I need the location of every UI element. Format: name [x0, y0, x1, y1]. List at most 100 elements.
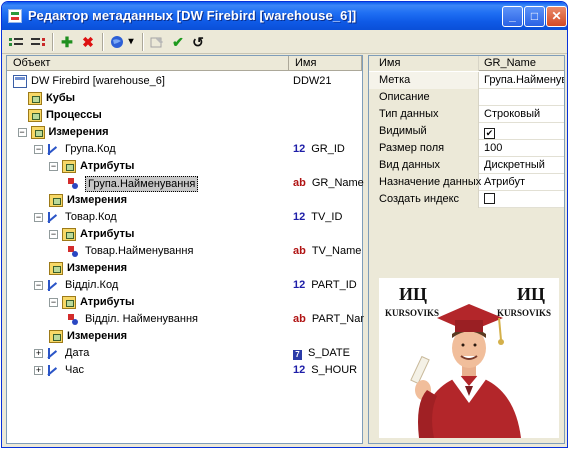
add-object-icon[interactable]: [8, 34, 24, 50]
dim-icon: [47, 279, 61, 292]
property-row[interactable]: Размер поля 100: [369, 140, 564, 157]
collapse-icon[interactable]: −: [49, 230, 58, 239]
tree-item-label[interactable]: Атрибуты: [80, 158, 134, 175]
collapse-icon[interactable]: −: [49, 298, 58, 307]
property-checkbox[interactable]: ✔: [484, 128, 495, 139]
column-header-name[interactable]: Имя: [289, 56, 362, 71]
apply-icon[interactable]: ✔: [170, 34, 186, 50]
property-name: Создать индекс: [369, 191, 479, 208]
expand-icon[interactable]: +: [34, 366, 43, 375]
tree-row[interactable]: − Атрибуты: [7, 226, 362, 243]
tree-row[interactable]: + Дата 7 S_DATE: [7, 345, 362, 362]
globe-icon[interactable]: [109, 34, 125, 50]
tree-item-name: ab PART_Nam: [293, 311, 370, 328]
collapse-icon[interactable]: −: [34, 213, 43, 222]
property-value[interactable]: [481, 191, 564, 208]
tree-row[interactable]: − Атрибуты: [7, 294, 362, 311]
minimize-button[interactable]: _: [502, 6, 523, 27]
tree-row[interactable]: Измерения: [7, 260, 362, 277]
collapse-icon[interactable]: −: [49, 162, 58, 171]
property-value[interactable]: Строковый: [481, 106, 564, 123]
tree-row[interactable]: Товар.Найменування ab TV_Name: [7, 243, 362, 260]
folder-icon: [49, 330, 63, 343]
collapse-icon[interactable]: −: [17, 128, 27, 137]
undo-icon[interactable]: ↺: [190, 34, 206, 50]
object-tree[interactable]: Объект Имя DW Firebird [warehouse_6] DDW2…: [6, 55, 370, 444]
property-value[interactable]: Група.Найменува: [481, 72, 564, 89]
folder-icon: [62, 296, 76, 309]
tree-row[interactable]: − Измерения: [7, 124, 362, 141]
ad-logo-left: ИЦ: [399, 284, 428, 304]
tree-item-label[interactable]: Товар.Код: [65, 209, 117, 226]
property-row[interactable]: МеткаГрупа.Найменува: [369, 72, 564, 89]
tree-row[interactable]: Група.Найменування ab GR_Name: [7, 175, 364, 192]
tree-item-label[interactable]: Измерения: [49, 124, 109, 141]
tree-item-label[interactable]: Товар.Найменування: [85, 243, 193, 260]
folder-icon: [62, 228, 76, 241]
data-type-icon: 12: [293, 279, 306, 291]
edit-icon[interactable]: [149, 34, 165, 50]
tree-item-label[interactable]: Атрибуты: [80, 226, 134, 243]
property-row[interactable]: Вид данных Дискретный: [369, 157, 564, 174]
property-header-name: Имя: [369, 56, 479, 71]
title-bar[interactable]: Редактор метаданных [DW Firebird [wareho…: [2, 2, 567, 30]
dropdown-icon[interactable]: ▾: [126, 34, 136, 50]
property-name: Вид данных: [369, 157, 479, 174]
toolbar-separator: [52, 33, 54, 51]
property-row[interactable]: Тип данных Строковый: [369, 106, 564, 123]
property-grid: Имя GR_Name МеткаГрупа.НайменуваОписание…: [369, 56, 564, 208]
tree-row[interactable]: Измерения: [7, 192, 362, 209]
property-checkbox[interactable]: [484, 193, 495, 204]
property-row[interactable]: Назначение данных Атрибут: [369, 174, 564, 191]
tree-row[interactable]: Відділ. Найменування ab PART_Nam: [7, 311, 370, 328]
property-value[interactable]: Атрибут: [481, 174, 564, 191]
property-value[interactable]: 100: [481, 140, 564, 157]
tree-row[interactable]: − Товар.Код 12 TV_ID: [7, 209, 362, 226]
maximize-button[interactable]: □: [524, 6, 545, 27]
tree-row[interactable]: + Час 12 S_HOUR: [7, 362, 362, 379]
property-name: Размер поля: [369, 140, 479, 157]
tree-item-label[interactable]: Кубы: [46, 90, 75, 107]
property-value[interactable]: Дискретный: [481, 157, 564, 174]
property-row[interactable]: Описание: [369, 89, 564, 106]
tree-row[interactable]: − Атрибуты: [7, 158, 362, 175]
field-name: GR_ID: [311, 143, 345, 155]
properties-panel: Имя GR_Name МеткаГрупа.НайменуваОписание…: [368, 55, 565, 444]
close-button[interactable]: ✕: [546, 6, 567, 27]
tree-item-label[interactable]: Група.Найменування: [85, 176, 199, 192]
field-name: S_HOUR: [311, 364, 358, 376]
tree-item-label[interactable]: Час: [65, 362, 84, 379]
tree-item-label[interactable]: Процессы: [46, 107, 102, 124]
tree-item-label[interactable]: Відділ.Код: [65, 277, 118, 294]
expand-icon[interactable]: +: [34, 349, 43, 358]
tree-item-label[interactable]: Атрибуты: [80, 294, 134, 311]
tree-row[interactable]: DW Firebird [warehouse_6] DDW21: [7, 73, 362, 90]
remove-object-icon[interactable]: [30, 34, 46, 50]
column-header-object[interactable]: Объект: [7, 56, 289, 71]
tree-item-label[interactable]: DW Firebird [warehouse_6]: [31, 73, 165, 90]
property-row[interactable]: Создать индекс: [369, 191, 564, 208]
collapse-icon[interactable]: −: [34, 145, 43, 154]
field-name: TV_Name: [311, 245, 362, 257]
collapse-icon[interactable]: −: [34, 281, 43, 290]
tree-row[interactable]: − Відділ.Код 12 PART_ID: [7, 277, 362, 294]
db-icon: [13, 75, 27, 88]
tree-row[interactable]: Процессы: [7, 107, 362, 124]
tree-item-label[interactable]: Дата: [65, 345, 89, 362]
tree-row[interactable]: − Група.Код 12 GR_ID: [7, 141, 362, 158]
window-title: Редактор метаданных [DW Firebird [wareho…: [28, 8, 357, 23]
property-row[interactable]: Видимый ✔: [369, 123, 564, 140]
tree-item-label[interactable]: Відділ. Найменування: [85, 311, 198, 328]
tree-item-label[interactable]: Измерения: [67, 328, 127, 345]
tree-item-label[interactable]: Измерения: [67, 192, 127, 209]
tree-item-label[interactable]: Измерения: [67, 260, 127, 277]
data-type-icon: ab: [293, 245, 306, 257]
delete-icon[interactable]: ✖: [80, 34, 96, 50]
toolbar-separator: [102, 33, 104, 51]
tree-item-label[interactable]: Група.Код: [65, 141, 116, 158]
tree-row[interactable]: Кубы: [7, 90, 362, 107]
tree-row[interactable]: Измерения: [7, 328, 362, 345]
property-value[interactable]: [481, 89, 564, 106]
add-icon[interactable]: ✚: [59, 34, 75, 50]
property-value[interactable]: ✔: [481, 123, 564, 140]
